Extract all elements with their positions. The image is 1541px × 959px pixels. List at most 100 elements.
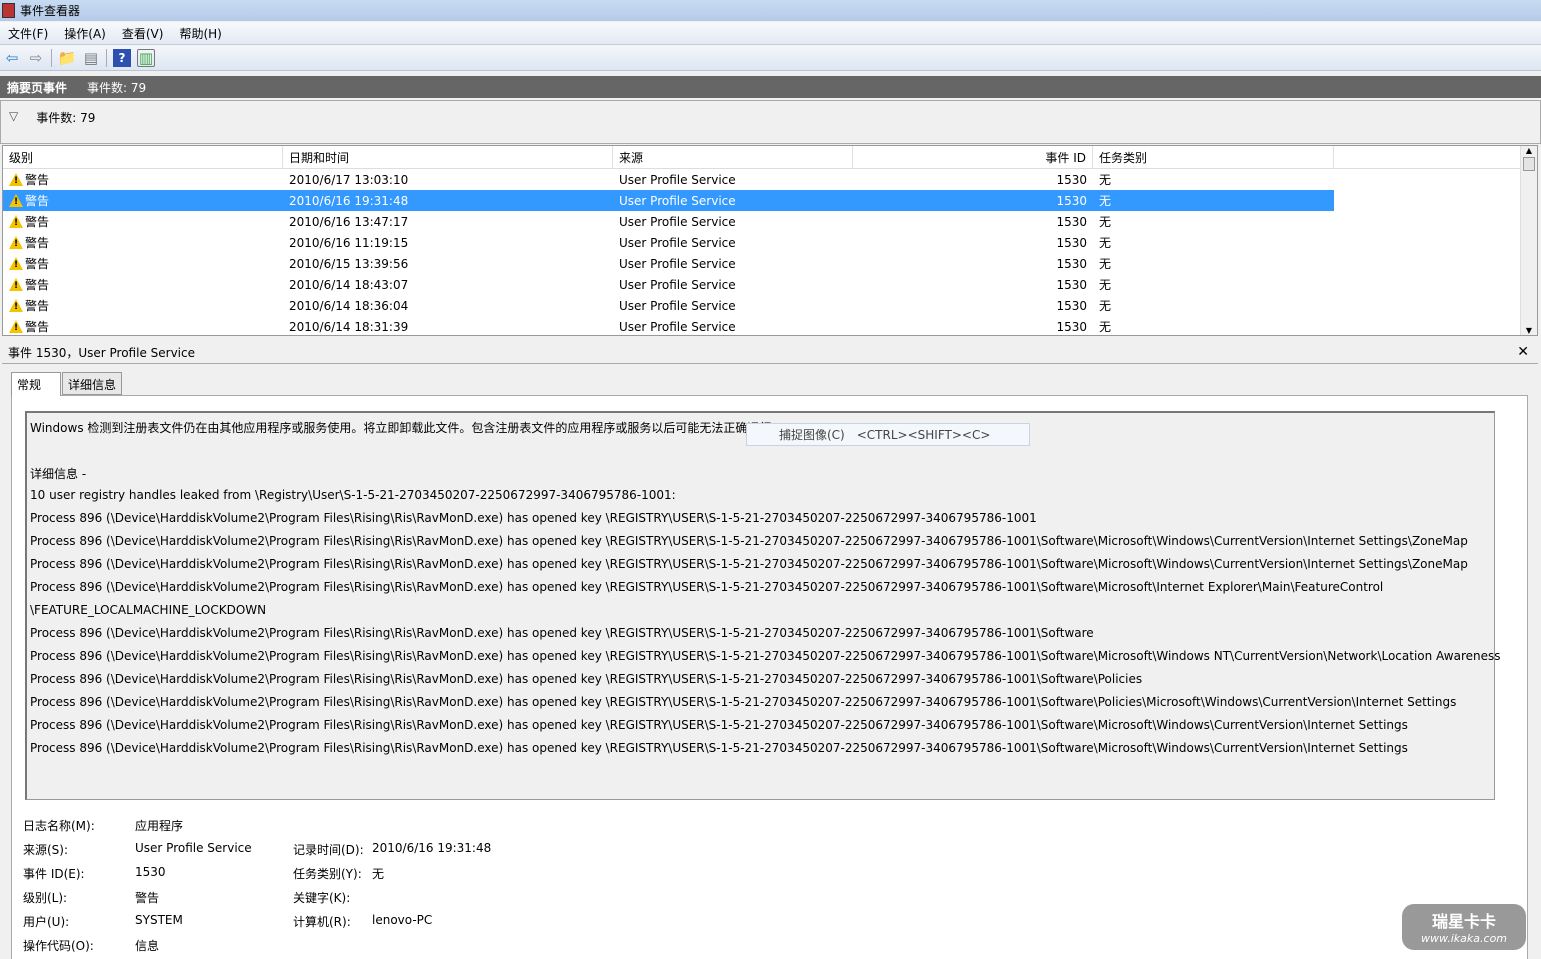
show-hide-tree-icon[interactable]: ▤ [82, 49, 100, 67]
back-icon[interactable]: ⇦ [3, 49, 21, 67]
cell-datetime: 2010/6/14 18:36:04 [289, 298, 409, 313]
cell-event-id: 1530 [1056, 298, 1087, 313]
cell-datetime: 2010/6/16 19:31:48 [289, 193, 409, 208]
warning-icon: ! [9, 278, 23, 291]
cell-task-category: 无 [1099, 278, 1112, 292]
menu-view[interactable]: 查看(V) [122, 25, 164, 42]
description-line: Process 896 (\Device\HarddiskVolume2\Pro… [30, 672, 1143, 686]
level-text: 警告 [25, 194, 50, 208]
description-line: \FEATURE_LOCALMACHINE_LOCKDOWN [30, 603, 267, 617]
cell-level: ! 警告 [3, 316, 283, 335]
level-text: 警告 [25, 257, 50, 271]
action-pane-icon[interactable]: ▥ [137, 49, 155, 67]
table-scrollbar[interactable]: ▲ ▼ [1520, 146, 1537, 335]
summary-title: 摘要页事件 [7, 80, 68, 95]
cell-level: ! 警告 [3, 232, 283, 253]
cell-event-id: 1530 [1056, 214, 1087, 229]
description-line: Process 896 (\Device\HarddiskVolume2\Pro… [30, 741, 1408, 755]
table-row[interactable]: ! 警告 2010/6/14 18:43:07 User Profile Serv… [3, 274, 1537, 295]
tab-details[interactable]: 详细信息 [62, 372, 123, 395]
cell-event-id: 1530 [1056, 235, 1087, 250]
cell-source: User Profile Service [619, 193, 736, 208]
user-label: 用户(U): [23, 915, 70, 929]
summary-count: 事件数: 79 [87, 80, 147, 95]
cell-event-id: 1530 [1056, 256, 1087, 271]
toolbar-separator [106, 49, 107, 67]
tooltip-label: 捕捉图像(C) [779, 428, 845, 442]
warning-icon: ! [9, 320, 23, 333]
description-line: Process 896 (\Device\HarddiskVolume2\Pro… [30, 511, 1037, 525]
event-id-value: 1530 [135, 865, 166, 879]
opcode-label: 操作代码(O): [23, 939, 94, 953]
filter-icon[interactable]: ▽ [9, 109, 18, 123]
description-line: Process 896 (\Device\HarddiskVolume2\Pro… [30, 580, 1384, 594]
opcode-value: 信息 [135, 939, 160, 953]
column-level[interactable]: 级别 [3, 146, 283, 168]
event-viewer-icon [2, 3, 15, 18]
menu-help[interactable]: 帮助(H) [179, 25, 221, 42]
table-row[interactable]: ! 警告 2010/6/16 11:19:15 User Profile Serv… [3, 232, 1537, 253]
column-task-category[interactable]: 任务类别 [1093, 146, 1334, 168]
log-name-label: 日志名称(M): [23, 819, 95, 833]
cell-datetime: 2010/6/17 13:03:10 [289, 172, 409, 187]
menu-file[interactable]: 文件(F) [8, 25, 48, 42]
table-row[interactable]: ! 警告 2010/6/14 18:36:04 User Profile Serv… [3, 295, 1537, 316]
watermark-logo: 瑞星卡卡 www.ikaka.com [1402, 904, 1526, 950]
computer-label: 计算机(R): [293, 915, 351, 929]
warning-icon: ! [9, 194, 23, 207]
cell-task-category: 无 [1099, 299, 1112, 313]
table-row[interactable]: ! 警告 2010/6/17 13:03:10 User Profile Serv… [3, 169, 1537, 190]
cell-event-id: 1530 [1056, 319, 1087, 334]
level-text: 警告 [25, 320, 50, 334]
title-bar: 事件查看器 [0, 0, 1541, 21]
level-text: 警告 [25, 173, 50, 187]
event-id-label: 事件 ID(E): [23, 867, 85, 881]
column-datetime[interactable]: 日期和时间 [283, 146, 613, 168]
description-line: Process 896 (\Device\HarddiskVolume2\Pro… [30, 534, 1468, 548]
table-row[interactable]: ! 警告 2010/6/14 18:31:39 User Profile Serv… [3, 316, 1537, 335]
table-row[interactable]: ! 警告 2010/6/15 13:39:56 User Profile Serv… [3, 253, 1537, 274]
cell-task-category: 无 [1099, 194, 1112, 208]
task-value: 无 [372, 867, 385, 881]
description-line: Process 896 (\Device\HarddiskVolume2\Pro… [30, 718, 1408, 732]
capture-tooltip: 捕捉图像(C) <CTRL><SHIFT><C> [746, 423, 1030, 446]
watermark-url: www.ikaka.com [1420, 932, 1508, 945]
cell-datetime: 2010/6/14 18:31:39 [289, 319, 409, 334]
cell-source: User Profile Service [619, 298, 736, 313]
forward-icon[interactable]: ⇨ [27, 49, 45, 67]
warning-icon: ! [9, 215, 23, 228]
warning-icon: ! [9, 257, 23, 270]
watermark-title: 瑞星卡卡 [1431, 912, 1496, 931]
cell-level: ! 警告 [3, 211, 283, 232]
description-line: Process 896 (\Device\HarddiskVolume2\Pro… [30, 649, 1501, 663]
close-detail-button[interactable]: ✕ [1517, 344, 1529, 360]
cell-level: ! 警告 [3, 295, 283, 316]
column-event-id[interactable]: 事件 ID [853, 146, 1093, 168]
toolbar: ⇦ ⇨ 📁 ▤ ? ▥ [0, 46, 1541, 71]
level-text: 警告 [25, 215, 50, 229]
description-line: 详细信息 - [30, 467, 87, 481]
tab-general[interactable]: 常规 [11, 372, 61, 396]
cell-task-category: 无 [1099, 215, 1112, 229]
cell-source: User Profile Service [619, 172, 736, 187]
menu-action[interactable]: 操作(A) [64, 25, 106, 42]
help-icon[interactable]: ? [113, 49, 131, 67]
column-source[interactable]: 来源 [613, 146, 853, 168]
open-folder-icon[interactable]: 📁 [58, 49, 77, 67]
task-label: 任务类别(Y): [293, 867, 362, 881]
cell-level: ! 警告 [3, 274, 283, 295]
window-title: 事件查看器 [20, 4, 81, 18]
cell-source: User Profile Service [619, 235, 736, 250]
user-value: SYSTEM [135, 913, 183, 927]
cell-task-category: 无 [1099, 320, 1112, 334]
detail-title: 事件 1530，User Profile Service [8, 346, 195, 360]
cell-source: User Profile Service [619, 277, 736, 292]
event-table: 级别 日期和时间 来源 事件 ID 任务类别 ! 警告 2010/6/17 13:… [2, 145, 1538, 336]
table-row[interactable]: ! 警告 2010/6/16 13:47:17 User Profile Serv… [3, 211, 1537, 232]
log-name-value: 应用程序 [135, 819, 184, 833]
cell-event-id: 1530 [1056, 172, 1087, 187]
detail-header: 事件 1530，User Profile Service [2, 342, 1538, 364]
level-value: 警告 [135, 891, 160, 905]
event-description[interactable]: Windows 检测到注册表文件仍在由其他应用程序或服务使用。将立即卸载此文件。… [25, 411, 1501, 800]
table-row[interactable]: ! 警告 2010/6/16 19:31:48 User Profile Serv… [3, 190, 1334, 211]
